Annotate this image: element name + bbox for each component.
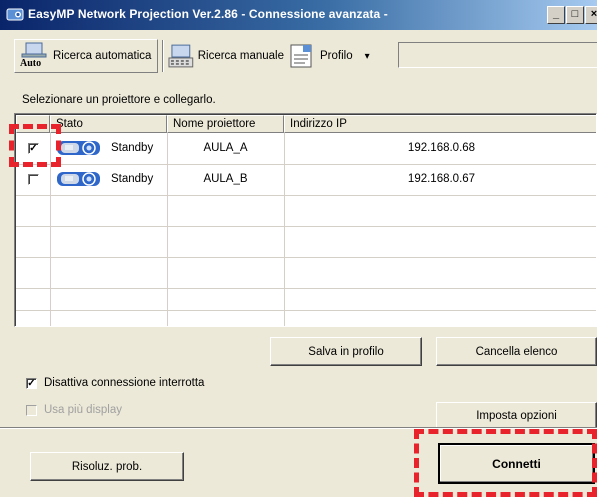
disable-interrupted-label: Disattiva connessione interrotta (44, 377, 205, 389)
instruction-text: Selezionare un proiettore e collegarlo. (22, 94, 216, 106)
column-header-check[interactable] (16, 115, 50, 133)
profile-field[interactable] (398, 42, 597, 68)
column-header-name[interactable]: Nome proiettore (167, 115, 284, 133)
toolbar-separator (162, 40, 163, 72)
clear-list-button[interactable]: Cancella elenco (436, 337, 597, 366)
profile-label: Profilo (320, 50, 353, 62)
grid-line (16, 226, 596, 227)
column-header-status[interactable]: Stato (50, 115, 167, 133)
manual-search-icon (168, 44, 194, 68)
projector-name-cell: AULA_B (203, 173, 248, 185)
projector-icon (57, 141, 100, 155)
auto-search-button[interactable]: Auto Ricerca automatica (14, 39, 158, 73)
projector-name-cell: AULA_A (203, 142, 248, 154)
status-cell: Standby (111, 142, 154, 154)
close-button[interactable]: × (585, 6, 597, 24)
profile-dropdown-icon[interactable]: ▾ (365, 51, 370, 62)
table-row[interactable]: Standby AULA_B 192.168.0.67 (16, 164, 596, 195)
manual-search-button[interactable]: Ricerca manuale (166, 39, 284, 73)
multi-display-checkbox (26, 404, 37, 416)
window-title: EasyMP Network Projection Ver.2.86 - Con… (28, 7, 388, 21)
projector-icon (57, 172, 100, 186)
disable-interrupted-option[interactable]: ✓ Disattiva connessione interrotta (26, 377, 204, 389)
toolbar: Auto Ricerca automatica Ricerca manuale … (6, 36, 597, 78)
grid-line (16, 195, 596, 196)
ip-address-cell: 192.168.0.67 (407, 173, 476, 185)
grid-line (16, 310, 596, 311)
ip-address-cell: 192.168.0.68 (407, 142, 476, 154)
status-cell: Standby (111, 173, 154, 185)
divider (0, 427, 597, 429)
table-row[interactable]: ✓ Standby AULA_A 192.168.0.68 (16, 133, 596, 164)
set-options-button[interactable]: Imposta opzioni (436, 402, 597, 429)
multi-display-option: Usa più display (26, 404, 122, 416)
column-header-ip[interactable]: Indirizzo IP (284, 115, 596, 133)
manual-search-label: Ricerca manuale (197, 50, 284, 62)
grid-line (16, 257, 596, 258)
minimize-button[interactable]: _ (547, 6, 565, 24)
row-checkbox[interactable] (28, 174, 39, 185)
easymp-window: EasyMP Network Projection Ver.2.86 - Con… (0, 0, 597, 497)
profile-icon (290, 44, 312, 68)
connect-button[interactable]: Connetti (438, 443, 595, 484)
auto-search-icon: Auto (17, 41, 51, 71)
projector-list[interactable]: Stato Nome proiettore Indirizzo IP ✓ Sta… (14, 113, 597, 327)
disable-interrupted-checkbox[interactable]: ✓ (26, 377, 37, 389)
save-profile-button[interactable]: Salva in profilo (270, 337, 422, 366)
auto-search-label: Ricerca automatica (53, 50, 152, 62)
troubleshoot-button[interactable]: Risoluz. prob. (30, 452, 184, 481)
title-bar[interactable]: EasyMP Network Projection Ver.2.86 - Con… (0, 0, 597, 30)
profile-button[interactable]: Profilo ▾ (288, 39, 390, 73)
multi-display-label: Usa più display (44, 404, 122, 416)
grid-line (16, 288, 596, 289)
row-checkbox[interactable]: ✓ (28, 143, 39, 154)
app-icon (6, 8, 24, 21)
maximize-button[interactable]: □ (566, 6, 584, 24)
